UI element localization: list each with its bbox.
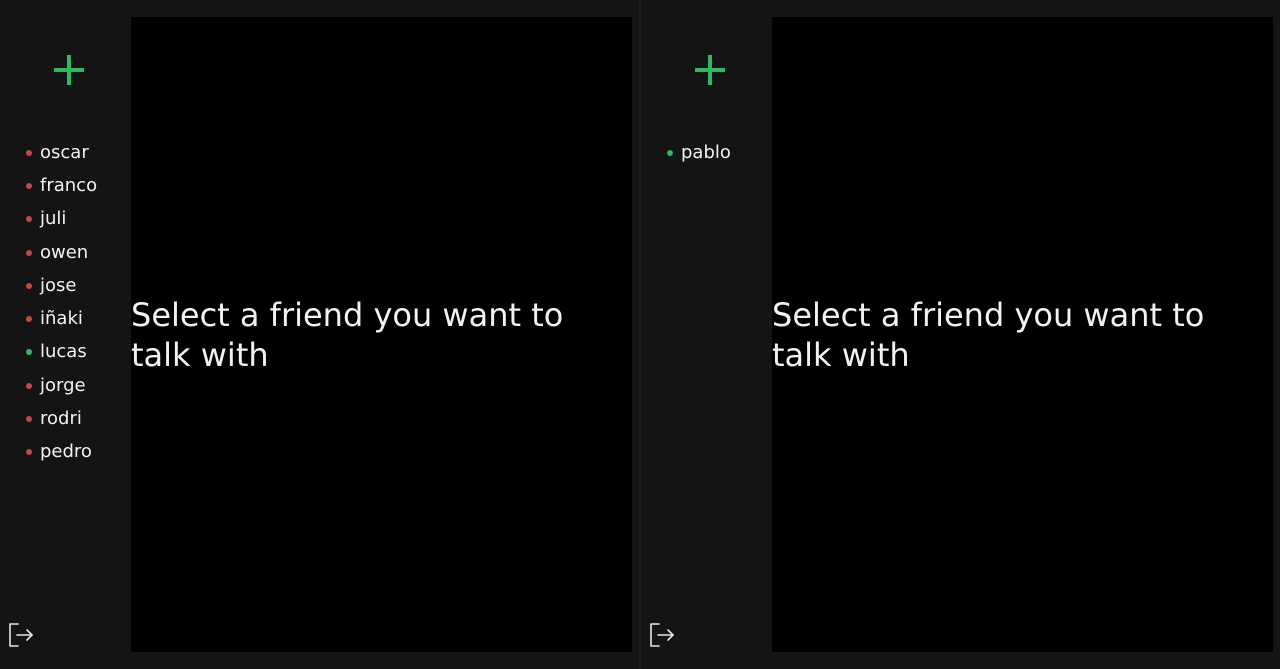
add-friend-button[interactable] — [51, 52, 87, 88]
chat-window-left: oscar franco juli owen jose iñaki lucas jorge ro… — [0, 0, 639, 669]
chat-window-right: pablo Select a friend you want to talk w… — [641, 0, 1280, 669]
sidebar: pablo — [641, 0, 772, 669]
offline-status-dot — [26, 382, 32, 389]
friend-item[interactable]: pedro — [26, 436, 97, 469]
friend-name: oscar — [40, 141, 89, 163]
friend-name: iñaki — [40, 308, 83, 330]
offline-status-dot — [26, 182, 32, 189]
plus-icon — [695, 55, 725, 85]
friend-item[interactable]: lucas — [26, 336, 97, 369]
friend-name: owen — [40, 241, 89, 263]
sidebar: oscar franco juli owen jose iñaki lucas jorge ro… — [0, 0, 131, 669]
online-status-dot — [667, 149, 673, 156]
friend-name: pablo — [681, 141, 731, 163]
friend-item[interactable]: owen — [26, 236, 97, 269]
friend-item[interactable]: iñaki — [26, 302, 97, 335]
offline-status-dot — [26, 282, 32, 289]
friend-item[interactable]: rodri — [26, 402, 97, 435]
chat-area: Select a friend you want to talk with — [131, 17, 632, 652]
friend-name: juli — [40, 208, 67, 230]
friend-list: oscar franco juli owen jose iñaki lucas jorge ro… — [26, 136, 97, 469]
offline-status-dot — [26, 316, 32, 323]
friend-name: pedro — [40, 441, 92, 463]
select-friend-message: Select a friend you want to talk with — [131, 296, 564, 374]
offline-status-dot — [26, 249, 32, 256]
friend-name: rodri — [40, 408, 82, 430]
offline-status-dot — [26, 416, 32, 423]
friend-name: franco — [40, 174, 98, 196]
online-status-dot — [26, 349, 32, 356]
add-friend-button[interactable] — [692, 52, 728, 88]
offline-status-dot — [26, 216, 32, 223]
friend-name: jorge — [40, 374, 86, 396]
friend-item[interactable]: franco — [26, 169, 97, 202]
logout-button[interactable] — [648, 621, 676, 649]
logout-icon — [9, 623, 33, 647]
offline-status-dot — [26, 149, 32, 156]
app-stage: oscar franco juli owen jose iñaki lucas jorge ro… — [0, 0, 1280, 669]
friend-item[interactable]: jorge — [26, 369, 97, 402]
chat-area: Select a friend you want to talk with — [772, 17, 1273, 652]
friend-item[interactable]: pablo — [667, 136, 731, 169]
logout-button[interactable] — [7, 621, 35, 649]
friend-list: pablo — [667, 136, 731, 169]
friend-name: jose — [40, 274, 77, 296]
plus-icon — [54, 55, 84, 85]
offline-status-dot — [26, 449, 32, 456]
friend-item[interactable]: jose — [26, 269, 97, 302]
friend-item[interactable]: oscar — [26, 136, 97, 169]
friend-name: lucas — [40, 341, 87, 363]
friend-item[interactable]: juli — [26, 203, 97, 236]
logout-icon — [650, 623, 674, 647]
select-friend-message: Select a friend you want to talk with — [772, 296, 1205, 374]
